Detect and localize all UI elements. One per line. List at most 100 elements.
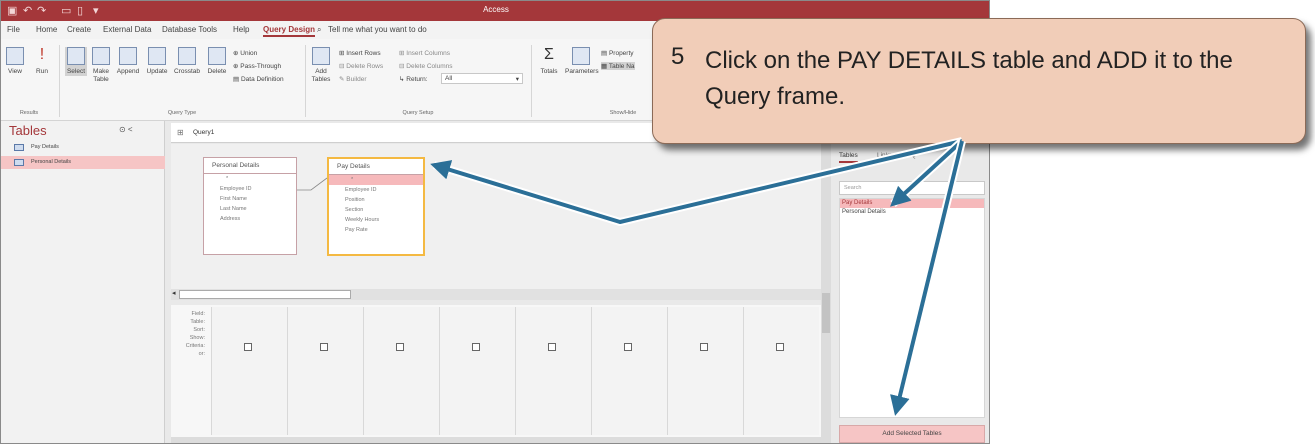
table-icon: [14, 159, 24, 166]
make-table-icon: [92, 47, 110, 65]
list-item-personal-details[interactable]: Personal Details: [840, 208, 984, 217]
show-checkbox[interactable]: [624, 343, 632, 351]
chevron-down-icon: ▾: [515, 76, 519, 83]
search-icon[interactable]: ⌕: [317, 25, 321, 35]
group-query-type: Query Type: [167, 110, 197, 116]
grid-label-criteria: Criteria:: [185, 343, 205, 349]
union-button[interactable]: ⊕ Union: [233, 49, 257, 57]
grid-label-or: or:: [198, 351, 205, 357]
tab-help[interactable]: Help: [233, 25, 249, 34]
join-line: [297, 177, 328, 191]
update-button[interactable]: Update: [144, 47, 170, 76]
update-icon: [148, 47, 166, 65]
run-icon: !: [39, 46, 45, 63]
grid-column[interactable]: [667, 307, 743, 435]
grid-column[interactable]: [363, 307, 439, 435]
tab-queries[interactable]: Q: [911, 152, 916, 159]
nav-item-pay-details[interactable]: Pay Details: [1, 141, 165, 154]
grid-label-sort: Sort:: [193, 327, 205, 333]
parameters-button[interactable]: Parameters: [565, 47, 599, 76]
grid-column[interactable]: [211, 307, 287, 435]
table-names-button[interactable]: ▦ Table Na: [601, 62, 635, 70]
design-horizontal-scrollbar[interactable]: ◂: [171, 289, 821, 300]
tell-me-box[interactable]: Tell me what you want to do: [328, 25, 427, 34]
parameters-icon: [572, 47, 590, 65]
nav-item-personal-details[interactable]: Personal Details: [1, 156, 165, 169]
crosstab-icon: [178, 47, 196, 65]
crosstab-button[interactable]: Crosstab: [172, 47, 202, 76]
navigation-pane: Tables ⊙ < Pay Details Personal Details: [1, 121, 165, 443]
grid-label-field: Field:: [191, 311, 205, 317]
step-number: 5: [671, 43, 685, 70]
return-dropdown[interactable]: All ▾: [441, 73, 523, 84]
add-selected-tables-button[interactable]: Add Selected Tables: [839, 425, 985, 443]
grid-column[interactable]: [287, 307, 363, 435]
add-tables-icon: [312, 47, 330, 65]
run-button[interactable]: ! Run: [31, 47, 53, 76]
delete-icon: [208, 47, 226, 65]
tab-query-design[interactable]: Query Design: [263, 25, 316, 37]
query-icon: ⊞: [177, 128, 184, 137]
table-list: Pay Details Personal Details: [839, 198, 985, 418]
nav-controls[interactable]: ⊙ <: [119, 125, 133, 134]
instruction-callout: 5 Click on the PAY DETAILS table and ADD…: [652, 18, 1306, 144]
return-label: ↳ Return:: [399, 76, 428, 83]
data-definition-button[interactable]: ▤ Data Definition: [233, 75, 284, 83]
grid-label-show: Show:: [189, 335, 205, 341]
list-item-pay-details[interactable]: Pay Details: [840, 199, 984, 208]
instruction-text: Click on the PAY DETAILS table and ADD i…: [705, 47, 1233, 110]
scroll-thumb[interactable]: [179, 290, 351, 299]
select-query-button[interactable]: Select: [65, 47, 87, 76]
vertical-scrollbar[interactable]: [821, 143, 831, 443]
grid-column[interactable]: [743, 307, 819, 435]
append-icon: [119, 47, 137, 65]
select-icon: [67, 47, 85, 65]
add-tables-button[interactable]: Add Tables: [309, 47, 333, 84]
nav-title: Tables: [9, 123, 47, 138]
append-button[interactable]: Append: [115, 47, 141, 76]
search-input[interactable]: Search: [839, 181, 985, 195]
window-title: Access: [483, 5, 509, 14]
show-checkbox[interactable]: [320, 343, 328, 351]
tab-home[interactable]: Home: [36, 25, 57, 34]
make-table-button[interactable]: Make Table: [90, 47, 112, 84]
builder-button[interactable]: ✎ Builder: [339, 75, 367, 83]
show-checkbox[interactable]: [700, 343, 708, 351]
tab-external-data[interactable]: External Data: [103, 25, 151, 34]
table-icon: [14, 144, 24, 151]
show-checkbox[interactable]: [472, 343, 480, 351]
view-button[interactable]: View: [5, 47, 25, 76]
scroll-thumb[interactable]: [822, 293, 830, 333]
grid-label-table: Table:: [190, 319, 205, 325]
delete-rows-button[interactable]: ⊟ Delete Rows: [339, 62, 383, 70]
delete-query-button[interactable]: Delete: [204, 47, 230, 76]
show-checkbox[interactable]: [548, 343, 556, 351]
tab-database-tools[interactable]: Database Tools: [162, 25, 217, 34]
show-checkbox[interactable]: [244, 343, 252, 351]
show-checkbox[interactable]: [776, 343, 784, 351]
query-tab-label: Query1: [193, 129, 215, 136]
grid-column[interactable]: [515, 307, 591, 435]
sigma-icon: Σ: [544, 46, 554, 63]
group-query-setup: Query Setup: [402, 110, 434, 116]
add-tables-pane: Tables Links Q Search Pay Details Person…: [833, 143, 989, 443]
totals-button[interactable]: Σ Totals: [537, 47, 561, 76]
show-checkbox[interactable]: [396, 343, 404, 351]
query-grid[interactable]: Field: Table: Sort: Show: Criteria: or:: [171, 305, 821, 437]
grid-column[interactable]: [439, 307, 515, 435]
tab-tables[interactable]: Tables: [839, 152, 858, 163]
tab-create[interactable]: Create: [67, 25, 91, 34]
pass-through-button[interactable]: ⊕ Pass-Through: [233, 62, 281, 70]
insert-rows-button[interactable]: ⊞ Insert Rows: [339, 49, 381, 57]
property-sheet-button[interactable]: ▤ Property: [601, 49, 634, 57]
delete-columns-button[interactable]: ⊟ Delete Columns: [399, 62, 453, 70]
grid-horizontal-scrollbar[interactable]: [171, 437, 821, 443]
tab-file[interactable]: File: [7, 25, 20, 34]
view-icon: [6, 47, 24, 65]
grid-column[interactable]: [591, 307, 667, 435]
scroll-left-icon[interactable]: ◂: [172, 289, 176, 297]
query-design-area[interactable]: Personal Details * Employee ID First Nam…: [171, 144, 821, 289]
insert-columns-button[interactable]: ⊞ Insert Columns: [399, 49, 450, 57]
group-results: Results: [19, 110, 39, 116]
tab-links[interactable]: Links: [877, 152, 892, 159]
